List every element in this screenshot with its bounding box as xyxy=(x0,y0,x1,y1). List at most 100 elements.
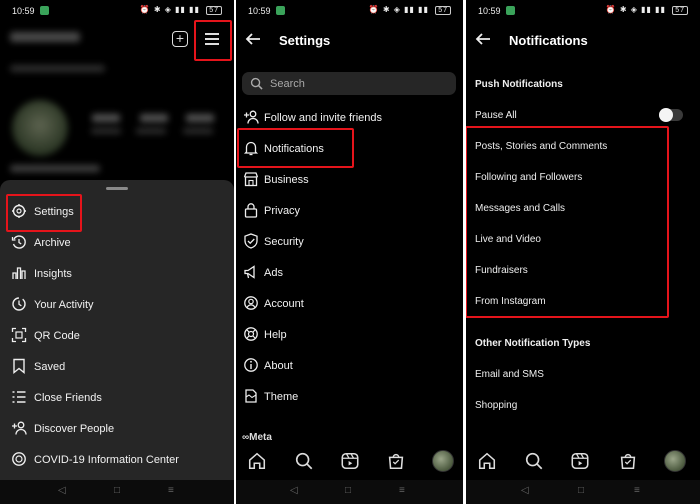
settings-item-help[interactable]: Help xyxy=(236,320,463,351)
notif-item-fundraisers[interactable]: Fundraisers xyxy=(475,265,528,276)
other-notification-types-heading: Other Notification Types xyxy=(475,338,591,349)
settings-item-account[interactable]: Account xyxy=(236,289,463,320)
home-square-icon[interactable]: □ xyxy=(578,485,584,496)
menu-item-your-activity[interactable]: Your Activity xyxy=(0,290,234,321)
settings-item-label: About xyxy=(264,360,293,372)
notif-item-email-sms[interactable]: Email and SMS xyxy=(475,369,544,380)
menu-item-label: Your Activity xyxy=(34,299,94,311)
system-icons: ⏰ ✱ ◈ ▮▮ ▮▮ 57 xyxy=(606,5,688,15)
menu-item-covid-info[interactable]: COVID-19 Information Center xyxy=(0,445,234,476)
settings-item-label: Business xyxy=(264,174,309,186)
notifications-screen: 10:59 ⏰ ✱ ◈ ▮▮ ▮▮ 57 Notifications Push … xyxy=(466,0,700,504)
settings-item-privacy[interactable]: Privacy xyxy=(236,196,463,227)
home-icon[interactable] xyxy=(477,451,499,473)
settings-item-label: Notifications xyxy=(264,143,324,155)
notif-item-messages-calls[interactable]: Messages and Calls xyxy=(475,203,565,214)
notif-item-following-followers[interactable]: Following and Followers xyxy=(475,172,582,183)
home-square-icon[interactable]: □ xyxy=(114,485,120,496)
help-icon xyxy=(243,326,259,342)
info-icon xyxy=(243,357,259,373)
battery-icon: 57 xyxy=(672,6,688,15)
hamburger-menu-icon[interactable] xyxy=(200,29,224,49)
menu-item-archive[interactable]: Archive xyxy=(0,228,234,259)
menu-item-label: QR Code xyxy=(34,330,80,342)
back-triangle-icon[interactable]: ◁ xyxy=(290,485,298,496)
notification-dot-icon xyxy=(276,6,285,15)
list-icon xyxy=(11,389,27,405)
push-notifications-heading: Push Notifications xyxy=(475,79,563,90)
settings-item-follow-invite[interactable]: Follow and invite friends xyxy=(236,103,463,134)
profile-avatar[interactable] xyxy=(664,450,686,472)
menu-item-insights[interactable]: Insights xyxy=(0,259,234,290)
store-icon xyxy=(243,171,259,187)
bell-icon xyxy=(243,140,259,156)
add-person-icon xyxy=(11,420,27,436)
settings-item-label: Follow and invite friends xyxy=(264,112,383,124)
settings-item-business[interactable]: Business xyxy=(236,165,463,196)
pause-all-label: Pause All xyxy=(475,110,517,121)
meta-logo: ∞Meta xyxy=(242,432,272,443)
status-time: 10:59 xyxy=(478,6,501,16)
search-icon xyxy=(250,77,263,90)
settings-item-ads[interactable]: Ads xyxy=(236,258,463,289)
shop-icon[interactable] xyxy=(386,451,408,473)
page-title: Settings xyxy=(279,33,331,48)
back-triangle-icon[interactable]: ◁ xyxy=(58,485,66,496)
status-bar: 10:59 ⏰ ✱ ◈ ▮▮ ▮▮ 57 xyxy=(466,0,700,22)
settings-item-notifications[interactable]: Notifications xyxy=(236,134,463,165)
settings-item-theme[interactable]: Theme xyxy=(236,382,463,413)
sheet-drag-handle[interactable] xyxy=(106,187,128,190)
back-triangle-icon[interactable]: ◁ xyxy=(521,485,529,496)
blurred-profile-background xyxy=(0,22,234,180)
reels-icon[interactable] xyxy=(340,451,362,473)
archive-clock-icon xyxy=(11,234,27,250)
status-time: 10:59 xyxy=(12,6,35,16)
shop-icon[interactable] xyxy=(618,451,640,473)
menu-item-label: Archive xyxy=(34,237,71,249)
settings-search-input[interactable]: Search xyxy=(242,72,456,95)
bottom-tab-bar xyxy=(236,446,463,480)
search-icon[interactable] xyxy=(524,451,546,473)
settings-item-label: Security xyxy=(264,236,304,248)
menu-item-discover-people[interactable]: Discover People xyxy=(0,414,234,445)
notif-item-from-instagram[interactable]: From Instagram xyxy=(475,296,546,307)
menu-item-saved[interactable]: Saved xyxy=(0,352,234,383)
notif-item-posts-stories-comments[interactable]: Posts, Stories and Comments xyxy=(475,141,607,152)
bar-chart-icon xyxy=(11,265,27,281)
recents-menu-icon[interactable]: ≡ xyxy=(634,485,640,496)
status-bar: 10:59 ⏰ ✱ ◈ ▮▮ ▮▮ 57 xyxy=(236,0,463,22)
system-icons: ⏰ ✱ ◈ ▮▮ ▮▮ 57 xyxy=(140,5,222,15)
recents-menu-icon[interactable]: ≡ xyxy=(399,485,405,496)
menu-item-close-friends[interactable]: Close Friends xyxy=(0,383,234,414)
search-icon[interactable] xyxy=(294,451,316,473)
home-square-icon[interactable]: □ xyxy=(345,485,351,496)
status-time: 10:59 xyxy=(248,6,271,16)
battery-icon: 57 xyxy=(206,6,222,15)
reels-icon[interactable] xyxy=(570,451,592,473)
profile-screen: 10:59 ⏰ ✱ ◈ ▮▮ ▮▮ 57 + Settings Archive … xyxy=(0,0,234,504)
pause-all-toggle[interactable] xyxy=(659,108,683,122)
theme-icon xyxy=(243,388,259,404)
back-arrow-icon[interactable] xyxy=(474,30,492,48)
toggle-knob xyxy=(659,108,673,122)
highlight-push-items xyxy=(466,126,669,318)
system-nav-bar: ◁ □ ≡ xyxy=(236,480,463,504)
home-icon[interactable] xyxy=(247,451,269,473)
search-placeholder: Search xyxy=(270,78,305,90)
notif-item-live-video[interactable]: Live and Video xyxy=(475,234,541,245)
settings-item-security[interactable]: Security xyxy=(236,227,463,258)
create-post-plus-icon[interactable]: + xyxy=(172,31,188,47)
profile-avatar[interactable] xyxy=(432,450,454,472)
back-arrow-icon[interactable] xyxy=(244,30,262,48)
menu-item-settings[interactable]: Settings xyxy=(0,197,234,228)
activity-clock-icon xyxy=(11,296,27,312)
info-shield-icon xyxy=(11,451,27,467)
settings-header: Settings xyxy=(236,22,463,58)
notif-item-shopping[interactable]: Shopping xyxy=(475,400,517,411)
notifications-header: Notifications xyxy=(466,22,700,58)
recents-menu-icon[interactable]: ≡ xyxy=(168,485,174,496)
qr-code-icon xyxy=(11,327,27,343)
settings-item-about[interactable]: About xyxy=(236,351,463,382)
menu-item-qr-code[interactable]: QR Code xyxy=(0,321,234,352)
system-nav-bar: ◁ □ ≡ xyxy=(466,480,700,504)
